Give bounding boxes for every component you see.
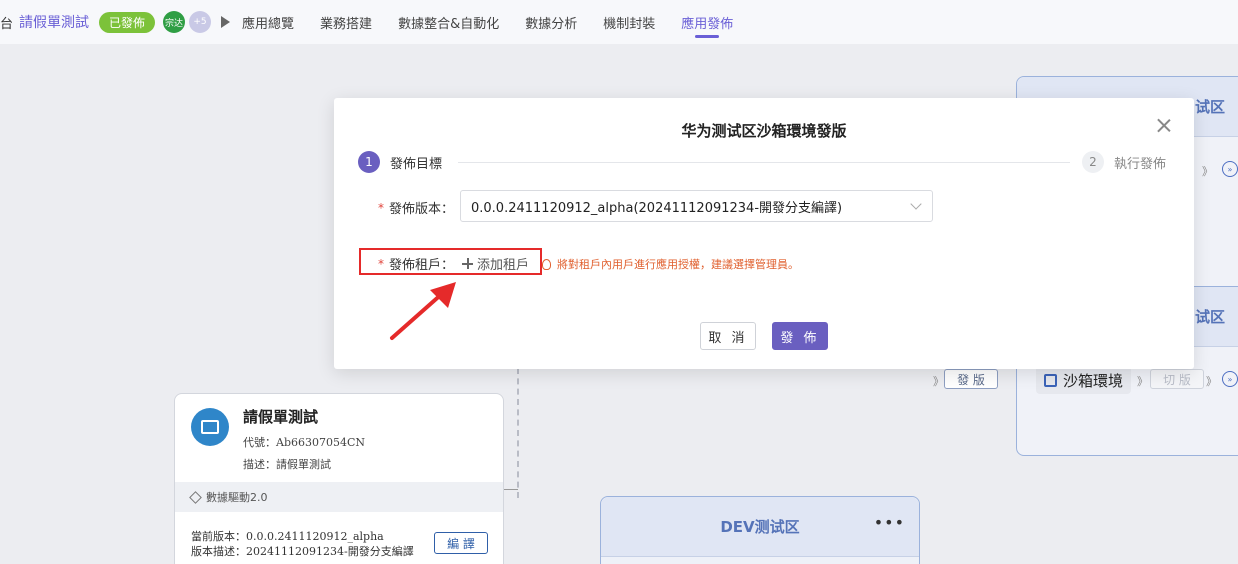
version-select-value: 0.0.0.2411120912_alpha(20241112091234-開發… bbox=[471, 200, 843, 216]
breadcrumb-fragment: 台 bbox=[0, 16, 14, 32]
double-arrow-icon[interactable]: » bbox=[1222, 371, 1238, 387]
cube-icon bbox=[1044, 373, 1057, 387]
step-1-label: 發佈目標 bbox=[390, 156, 443, 172]
step-2-number: 2 bbox=[1082, 151, 1104, 173]
release-button[interactable]: 發 版 bbox=[944, 369, 998, 389]
highlight-annotation bbox=[359, 248, 542, 275]
step-1-number: 1 bbox=[358, 151, 380, 173]
cube-icon bbox=[189, 490, 202, 504]
status-badge: 已發佈 bbox=[99, 11, 156, 33]
modal-title: 华为测试区沙箱環境發版 bbox=[681, 122, 847, 140]
tenant-tip: 將對租戶內用戶進行應用授權，建議選擇管理員。 bbox=[542, 256, 799, 272]
cancel-button[interactable]: 取 消 bbox=[700, 322, 756, 350]
store-icon bbox=[191, 408, 229, 446]
step-connector bbox=[458, 162, 1070, 163]
publish-button[interactable]: 發 佈 bbox=[772, 322, 828, 350]
tab-data-integration[interactable]: 數據整合&自動化 bbox=[398, 0, 499, 44]
tab-app-publish[interactable]: 應用發佈 bbox=[681, 0, 733, 44]
bulb-icon bbox=[542, 258, 551, 270]
version-field-row: * 發佈版本： bbox=[378, 198, 455, 218]
double-arrow-icon[interactable]: » bbox=[1222, 161, 1238, 177]
required-mark: * bbox=[378, 200, 384, 215]
current-version: 當前版本：0.0.0.2411120912_alpha bbox=[191, 530, 384, 543]
sandbox-env-chip[interactable]: 沙箱環境 bbox=[1036, 366, 1132, 394]
close-icon[interactable] bbox=[1154, 116, 1174, 136]
dev-zone: DEV测试区 ••• bbox=[600, 496, 920, 564]
sandbox-env-label: 沙箱環境 bbox=[1063, 371, 1124, 390]
chevron-right-icon: 》 bbox=[933, 375, 944, 388]
tab-business-build[interactable]: 業務搭建 bbox=[320, 0, 372, 44]
app-description: 描述：請假單測試 bbox=[243, 458, 331, 471]
annotation-arrow-icon bbox=[390, 282, 456, 340]
engine-label: 數據驅動2.0 bbox=[206, 491, 268, 504]
app-card-title: 請假單測試 bbox=[243, 408, 319, 426]
step-2-label: 執行發佈 bbox=[1114, 156, 1167, 172]
tab-app-overview[interactable]: 應用總覽 bbox=[242, 0, 294, 44]
step-1: 1 發佈目標 bbox=[358, 151, 442, 173]
version-select[interactable]: 0.0.0.2411120912_alpha(20241112091234-開發… bbox=[460, 190, 933, 222]
tip-text: 將對租戶內用戶進行應用授權，建議選擇管理員。 bbox=[557, 258, 799, 271]
chevron-down-icon bbox=[910, 198, 922, 210]
step-2: 2 執行發佈 bbox=[1082, 151, 1166, 173]
more-icon[interactable]: ••• bbox=[874, 513, 905, 532]
play-icon[interactable] bbox=[221, 16, 231, 28]
dev-zone-title: DEV测试区 bbox=[601, 497, 919, 557]
app-name[interactable]: 請假單測試 bbox=[19, 12, 89, 32]
chevron-right-icon: 》 bbox=[1137, 375, 1148, 388]
avatar[interactable]: 宗达 bbox=[163, 11, 186, 33]
app-code: 代號：Ab66307054CN bbox=[243, 436, 366, 449]
app-card[interactable]: 請假單測試 代號：Ab66307054CN 描述：請假單測試 數據驅動2.0 當… bbox=[174, 393, 504, 564]
switch-version-button[interactable]: 切 版 bbox=[1150, 369, 1204, 389]
top-nav-bar: 台 請假單測試 已發佈 宗达 +5 應用總覽 業務搭建 數據整合&自動化 數據分… bbox=[0, 0, 1238, 44]
connector-line bbox=[504, 489, 518, 490]
chevron-right-icon: 》 bbox=[1206, 375, 1217, 388]
tab-data-analysis[interactable]: 數據分析 bbox=[525, 0, 577, 44]
tab-mechanism-package[interactable]: 機制封裝 bbox=[603, 0, 655, 44]
avatar-more[interactable]: +5 bbox=[189, 11, 212, 33]
divider-dashed bbox=[517, 368, 519, 498]
engine-row: 數據驅動2.0 bbox=[175, 482, 503, 512]
version-description: 版本描述：20241112091234-開發分支編譯 bbox=[191, 545, 414, 558]
chevron-right-icon: 》 bbox=[1202, 165, 1213, 178]
version-label: 發佈版本： bbox=[389, 202, 455, 217]
compile-button[interactable]: 編 譯 bbox=[434, 532, 488, 554]
